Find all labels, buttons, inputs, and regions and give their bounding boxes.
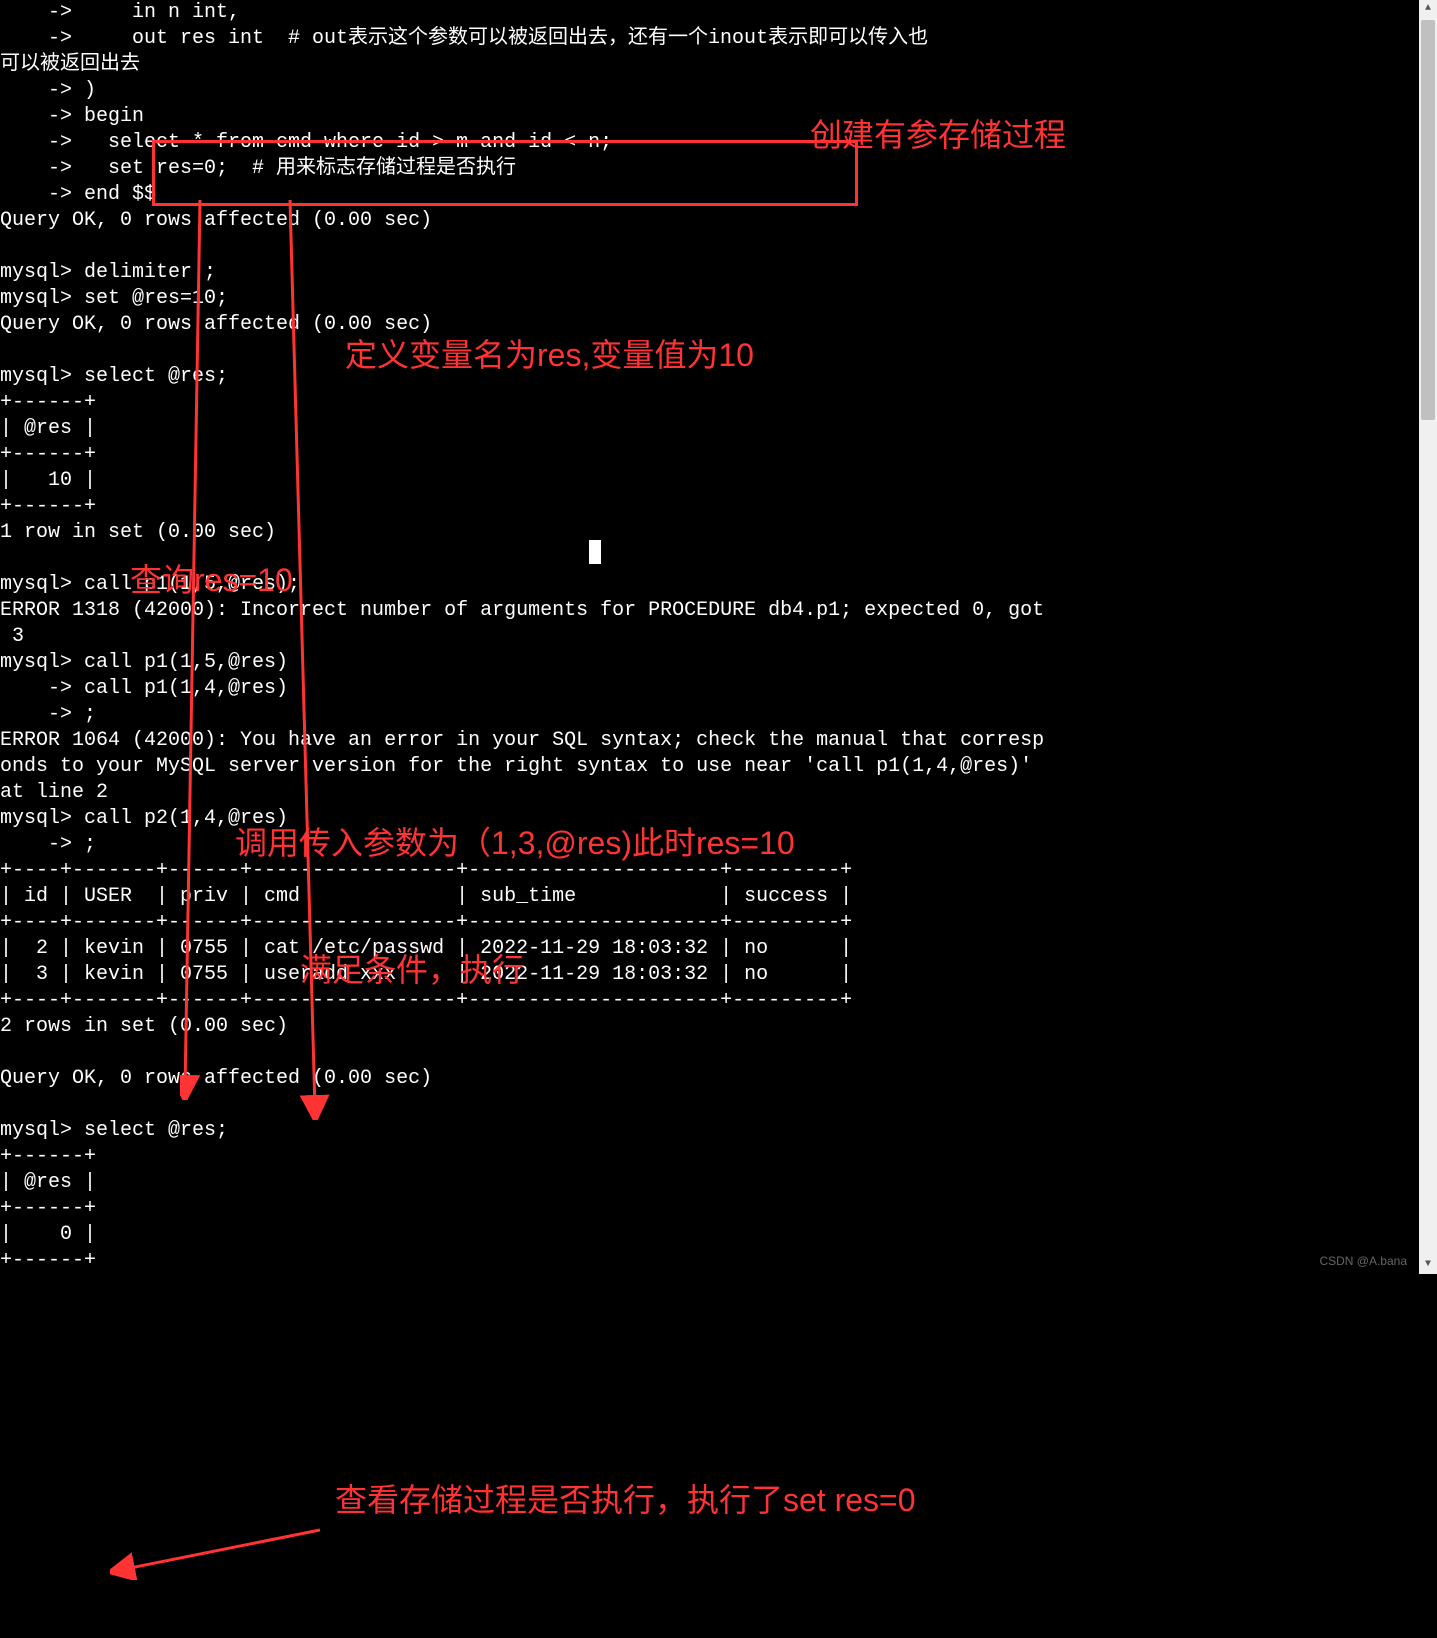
arrow-3: [110, 1520, 330, 1580]
text-cursor: [589, 540, 601, 564]
annotation-check-exec: 查看存储过程是否执行，执行了set res=0: [335, 1480, 1095, 1522]
watermark: CSDN @A.bana: [1319, 1254, 1407, 1270]
scroll-thumb[interactable]: [1421, 20, 1435, 420]
scroll-down-icon[interactable]: ▼: [1419, 1256, 1437, 1274]
terminal-output: -> in n int, -> out res int # out表示这个参数可…: [0, 0, 1437, 1274]
scroll-up-icon[interactable]: ▲: [1419, 0, 1437, 18]
scrollbar-vertical[interactable]: ▲ ▼: [1419, 0, 1437, 1274]
